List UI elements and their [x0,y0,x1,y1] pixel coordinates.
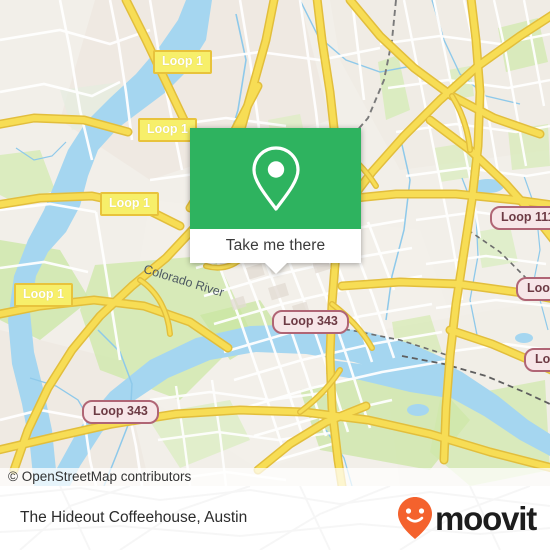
location-popup[interactable]: Take me there [190,128,361,274]
road-shield-loop-1-west[interactable]: Loop 1 [14,283,73,307]
place-title: The Hideout Coffeehouse, Austin [20,509,248,526]
moovit-brand[interactable]: moovit [396,496,537,540]
road-shield-loop-1-upper[interactable]: Loop 1 [138,118,197,142]
popup-pointer [264,263,287,274]
moovit-wordmark: moovit [435,499,537,537]
road-shield-loop-111[interactable]: Loop 111 [490,206,550,230]
footer-bar: The Hideout Coffeehouse, Austin moovit [0,486,550,550]
moovit-smiley-pin-icon [398,497,433,539]
map-pin-icon [251,145,300,211]
popup-pin-panel [190,128,361,229]
osm-attribution[interactable]: © OpenStreetMap contributors [0,468,550,486]
road-shield-loop-east[interactable]: Loop [516,277,550,301]
road-shield-loop-1-north[interactable]: Loop 1 [153,50,212,74]
road-shield-loop-343-southwest[interactable]: Loop 343 [82,400,159,424]
road-shield-loop-343-center[interactable]: Loop 343 [272,310,349,334]
road-shield-loop-southeast[interactable]: Loop [524,348,550,372]
popup-action-bar[interactable]: Take me there [190,229,361,274]
map-canvas[interactable]: Colorado River Loop 1 Loop 1 Loop 1 Loop… [0,0,550,486]
take-me-there-label: Take me there [225,237,326,254]
moovit-map-screen: Colorado River Loop 1 Loop 1 Loop 1 Loop… [0,0,550,550]
road-shield-loop-1-mid[interactable]: Loop 1 [100,192,159,216]
